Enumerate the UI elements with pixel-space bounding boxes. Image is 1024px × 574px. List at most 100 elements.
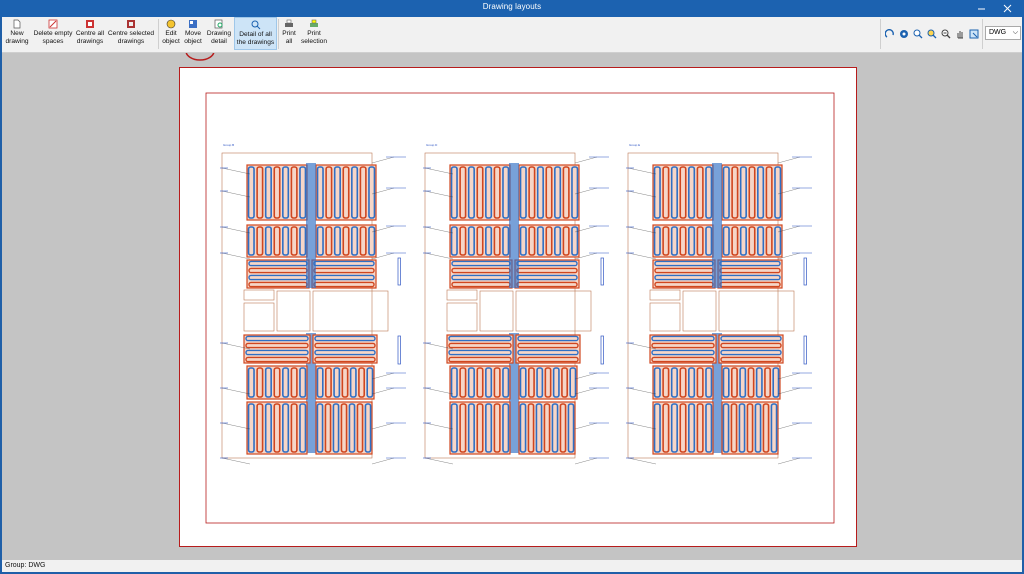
- manifold-spine: [509, 163, 519, 288]
- room-outline: [515, 290, 592, 332]
- leader-line: [221, 387, 251, 395]
- detail-icon: [214, 19, 223, 29]
- collector: [803, 335, 807, 365]
- heating-zone: [717, 259, 783, 289]
- collector: [803, 257, 807, 286]
- print-all-button[interactable]: Print all: [279, 17, 299, 50]
- leader-line: [574, 457, 598, 465]
- print-selection-button[interactable]: Print selection: [299, 17, 329, 50]
- leader-line: [574, 387, 598, 395]
- room-outline: [312, 290, 389, 332]
- room-outline: [446, 289, 478, 301]
- leader-line: [424, 422, 454, 430]
- window-title: Drawing layouts: [482, 2, 542, 11]
- print-all-label-2: all: [285, 37, 293, 45]
- heating-zone: [449, 259, 513, 289]
- close-button[interactable]: [994, 0, 1020, 17]
- toolbar: New drawing Delete empty spaces Centre a…: [2, 17, 1022, 53]
- heating-zone: [246, 401, 308, 455]
- leader-line: [371, 387, 395, 395]
- leader-line: [574, 156, 598, 164]
- heating-zone: [518, 164, 580, 221]
- leader-line: [424, 252, 454, 260]
- zoom-out-icon[interactable]: [941, 29, 951, 39]
- leader-line: [627, 422, 657, 430]
- heating-zone: [315, 164, 377, 221]
- drawing-detail-label-1: Drawing: [206, 30, 232, 37]
- room-outline: [649, 289, 681, 301]
- delete-empty-spaces-button[interactable]: Delete empty spaces: [32, 17, 74, 50]
- minimize-icon: [977, 8, 985, 10]
- heating-zone: [718, 334, 784, 364]
- edit-object-button[interactable]: Edit object: [160, 17, 182, 50]
- leader-line: [777, 372, 801, 380]
- manifold-spine: [712, 163, 722, 288]
- heating-zone: [721, 401, 779, 455]
- heating-zone: [315, 365, 375, 400]
- heating-zone: [311, 259, 377, 289]
- heating-zone: [652, 224, 714, 258]
- zoom-extents-icon[interactable]: [899, 29, 909, 39]
- format-select-value: DWG: [989, 29, 1007, 36]
- minimize-button[interactable]: [968, 0, 994, 17]
- heating-zone: [312, 334, 378, 364]
- leader-line: [221, 422, 251, 430]
- heating-zone: [652, 259, 716, 289]
- edit-object-label-2: object: [162, 37, 180, 45]
- plan-title: Group D: [426, 143, 438, 147]
- print-selection-icon: [310, 19, 318, 27]
- drawing-detail-label-2: detail: [211, 37, 227, 45]
- centre-all-drawings-button[interactable]: Centre all drawings: [74, 17, 106, 50]
- leader-line: [424, 190, 454, 198]
- partial-title-block-graphic: [185, 53, 215, 61]
- format-select[interactable]: DWG ⌵: [985, 26, 1021, 40]
- drawing-workspace[interactable]: Group B Group D Group E: [2, 53, 1022, 560]
- zoom-dynamic-icon[interactable]: [927, 29, 937, 39]
- move-object-button[interactable]: Move object: [182, 17, 204, 50]
- heating-zone: [721, 365, 781, 400]
- printer-icon: [285, 19, 293, 27]
- heating-zone: [721, 164, 783, 221]
- room-outline: [446, 302, 478, 332]
- zoom-previous-icon[interactable]: [885, 29, 895, 39]
- chevron-down-icon: ⌵: [1012, 29, 1018, 36]
- centre-selected-drawings-label-2: drawings: [117, 37, 145, 45]
- delete-empty-spaces-label-1: Delete empty: [33, 30, 73, 37]
- centre-selected-drawings-label-1: Centre selected: [107, 30, 155, 37]
- select-window-icon[interactable]: [969, 29, 979, 39]
- new-document-icon: [13, 19, 21, 29]
- delete-spaces-icon: [48, 19, 58, 29]
- heating-zone: [721, 224, 783, 258]
- heating-zone: [652, 365, 714, 400]
- heating-zone: [449, 224, 511, 258]
- move-object-label-1: Move: [184, 30, 202, 37]
- drawing-detail-button[interactable]: Drawing detail: [204, 17, 234, 50]
- status-bar: Group: DWG: [2, 560, 1022, 572]
- manifold-spine: [306, 163, 316, 288]
- collector: [397, 335, 401, 365]
- centre-selected-drawings-button[interactable]: Centre selected drawings: [106, 17, 156, 50]
- floor-plan: Group B: [220, 143, 406, 465]
- leader-line: [627, 167, 657, 175]
- centre-all-icon: [86, 20, 94, 28]
- leader-line: [371, 457, 395, 465]
- new-drawing-label-1: New: [10, 30, 24, 37]
- detail-all-drawings-button[interactable]: Detail of all the drawings: [234, 17, 277, 50]
- leader-line: [221, 226, 251, 234]
- title-bar: Drawing layouts: [0, 0, 1024, 17]
- leader-line: [574, 422, 598, 430]
- floor-plan: Group D: [423, 143, 609, 465]
- detail-all-drawings-label-1: Detail of all: [239, 31, 272, 38]
- drawing-sheet[interactable]: Group B Group D Group E: [179, 67, 857, 547]
- leader-line: [424, 226, 454, 234]
- heating-zone: [652, 401, 714, 455]
- room-outline: [479, 290, 514, 332]
- new-drawing-button[interactable]: New drawing: [2, 17, 32, 50]
- leader-line: [424, 457, 454, 465]
- pan-hand-icon[interactable]: [955, 29, 965, 39]
- zoom-window-icon[interactable]: [913, 29, 923, 39]
- move-object-label-2: object: [184, 37, 202, 45]
- close-icon: [1003, 4, 1011, 13]
- heating-zone: [246, 365, 308, 400]
- leader-line: [777, 387, 801, 395]
